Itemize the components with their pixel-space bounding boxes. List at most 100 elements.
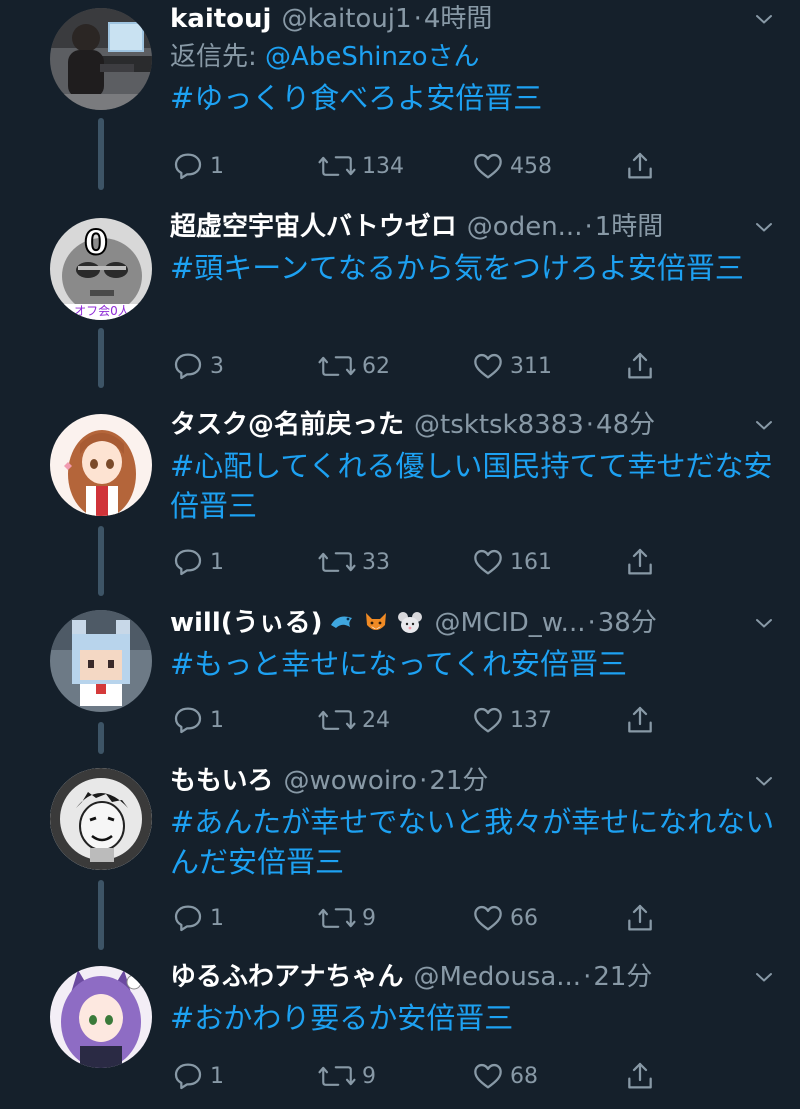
timestamp[interactable]: 21分 [429,762,488,800]
display-name[interactable]: 超虚空宇宙人バトウゼロ [170,208,457,246]
retweet-count: 9 [362,1063,376,1089]
reply-to-mention[interactable]: @AbeShinzoさん [265,42,480,72]
tweet-text[interactable]: #おかわり要るか安倍晋三 [170,998,780,1038]
tweet-text[interactable]: #ゆっくり食べろよ安倍晋三 [170,78,780,118]
display-name[interactable]: タスク@名前戻った [170,406,404,444]
tweet[interactable]: オフ会0人 0 超虚空宇宙人バトウゼロ @oden... · 1時間 #頭キーン… [0,208,800,398]
retweet-button[interactable]: 33 [318,542,390,582]
avatar[interactable]: オフ会0人 0 [50,218,152,320]
user-handle[interactable]: @oden... [467,208,583,246]
reply-count: 1 [210,1063,224,1089]
display-name[interactable]: will(うぃる) [170,604,323,642]
tweet[interactable]: ゆるふわアナちゃん @Medousa... · 21分 #おかわり要るか安倍晋三… [0,958,800,1108]
reply-icon [172,150,204,182]
timeline: kaitouj @kaitouj1 · 4時間 返信先: @AbeShinzoさ… [0,0,800,1109]
display-name[interactable]: kaitouj [170,0,271,38]
mouse-emoji [395,608,425,638]
tweet-header: will(うぃる) @MCID_w... · 38分 [170,604,780,642]
separator-dot: · [583,962,592,992]
like-button[interactable]: 311 [472,346,552,386]
separator-dot: · [584,212,593,242]
tweet[interactable]: kaitouj @kaitouj1 · 4時間 返信先: @AbeShinzoさ… [0,0,800,200]
timestamp[interactable]: 4時間 [424,0,493,38]
tweet-text[interactable]: #心配してくれる優しい国民持てて幸せだな安倍晋三 [170,446,780,526]
avatar-caption: オフ会0人 [74,304,130,318]
reply-count: 1 [210,707,224,733]
avatar[interactable] [50,610,152,712]
heart-icon [472,704,504,736]
chevron-down-icon[interactable] [750,5,778,33]
timestamp[interactable]: 21分 [593,958,652,996]
heart-icon [472,1060,504,1092]
separator-dot: · [413,4,422,34]
heart-icon [472,902,504,934]
user-handle[interactable]: @Medousa... [413,958,581,996]
share-button[interactable] [624,898,656,938]
retweet-count: 24 [362,707,390,733]
reply-to-label: 返信先: [170,42,266,72]
avatar[interactable] [50,768,152,870]
reply-count: 1 [210,549,224,575]
share-button[interactable] [624,542,656,582]
retweet-button[interactable]: 134 [318,146,404,186]
chevron-down-icon[interactable] [750,411,778,439]
chevron-down-icon[interactable] [750,609,778,637]
reply-icon [172,704,204,736]
share-button[interactable] [624,146,656,186]
avatar-image [50,966,152,1068]
chevron-down-icon[interactable] [750,213,778,241]
tweet-header: 超虚空宇宙人バトウゼロ @oden... · 1時間 [170,208,780,246]
timestamp[interactable]: 38分 [598,604,657,642]
separator-dot: · [587,608,596,638]
retweet-icon [318,705,356,735]
like-count: 137 [510,707,552,733]
chevron-down-icon[interactable] [750,963,778,991]
action-bar: 1 24 137 [170,700,670,740]
like-button[interactable]: 66 [472,898,538,938]
tweet[interactable]: ももいろ @wowoiro · 21分 #あんたが幸せでないと我々が幸せになれな… [0,762,800,952]
user-handle[interactable]: @tsktsk8383 [414,406,584,444]
tweet-text[interactable]: #あんたが幸せでないと我々が幸せになれないんだ安倍晋三 [170,802,780,882]
reply-button[interactable]: 1 [172,146,224,186]
share-button[interactable] [624,346,656,386]
timestamp[interactable]: 1時間 [595,208,664,246]
retweet-count: 9 [362,905,376,931]
like-button[interactable]: 161 [472,542,552,582]
separator-dot: · [419,766,428,796]
avatar[interactable] [50,8,152,110]
reply-button[interactable]: 3 [172,346,224,386]
retweet-button[interactable]: 62 [318,346,390,386]
reply-button[interactable]: 1 [172,542,224,582]
tweet[interactable]: will(うぃる) @MCID_w... · 38分 #もっと幸せになってくれ安… [0,604,800,754]
chevron-down-icon[interactable] [750,767,778,795]
reply-button[interactable]: 1 [172,898,224,938]
share-icon [624,902,656,934]
tweet[interactable]: タスク@名前戻った @tsktsk8383 · 48分 #心配してくれる優しい国… [0,406,800,594]
retweet-button[interactable]: 9 [318,1056,376,1096]
user-handle[interactable]: @wowoiro [283,762,417,800]
avatar[interactable] [50,414,152,516]
display-name[interactable]: ももいろ [170,762,273,800]
share-button[interactable] [624,700,656,740]
like-count: 68 [510,1063,538,1089]
tweet-text[interactable]: #もっと幸せになってくれ安倍晋三 [170,644,780,684]
share-icon [624,704,656,736]
share-button[interactable] [624,1056,656,1096]
like-button[interactable]: 137 [472,700,552,740]
retweet-button[interactable]: 24 [318,700,390,740]
avatar[interactable] [50,966,152,1068]
like-count: 311 [510,353,552,379]
tweet-text[interactable]: #頭キーンてなるから気をつけろよ安倍晋三 [170,248,780,288]
display-name[interactable]: ゆるふわアナちゃん [170,958,403,996]
action-bar: 1 9 66 [170,898,670,938]
action-bar: 1 9 68 [170,1056,670,1096]
like-button[interactable]: 458 [472,146,552,186]
user-handle[interactable]: @MCID_w... [435,604,586,642]
timestamp[interactable]: 48分 [596,406,655,444]
user-handle[interactable]: @kaitouj1 [281,0,411,38]
reply-button[interactable]: 1 [172,1056,224,1096]
like-button[interactable]: 68 [472,1056,538,1096]
retweet-button[interactable]: 9 [318,898,376,938]
reply-button[interactable]: 1 [172,700,224,740]
action-bar: 1 33 161 [170,542,670,582]
